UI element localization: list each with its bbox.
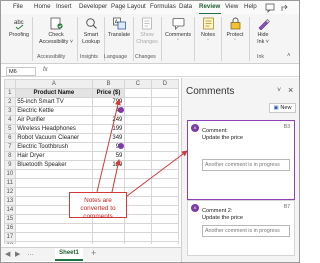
arrow-to-cell-b3 <box>96 99 121 193</box>
annotation-arrows <box>96 99 188 197</box>
arrow-to-cell-b7 <box>111 159 121 193</box>
arrow-to-comment-card <box>126 150 188 197</box>
